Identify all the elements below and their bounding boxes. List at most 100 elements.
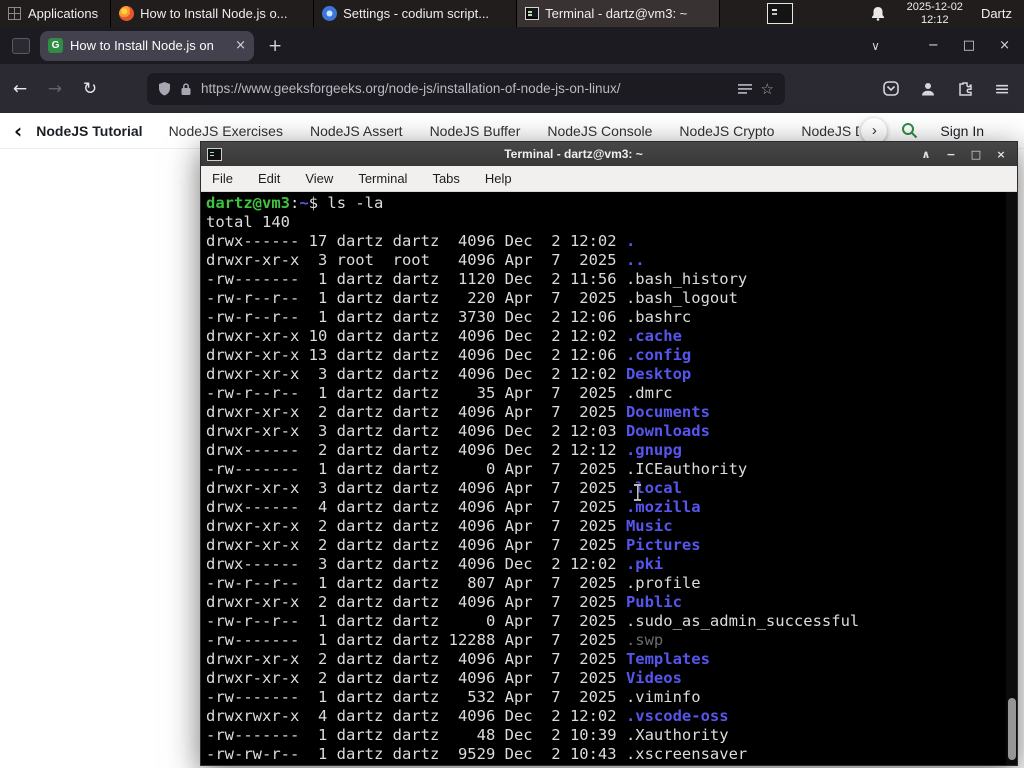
window-minimize-icon[interactable]: − [928, 38, 939, 53]
ls-meta: drwxr-xr-x 3 dartz dartz 4096 Dec 2 12:0… [206, 422, 626, 440]
ls-meta: drwxr-xr-x 10 dartz dartz 4096 Dec 2 12:… [206, 327, 626, 345]
close-icon[interactable]: × [994, 148, 1008, 161]
ls-name: Templates [625, 650, 710, 668]
panel-right: 2025-12-02 12:12 Dartz [766, 1, 1024, 26]
terminal-menu-help[interactable]: Help [485, 171, 512, 186]
site-nav-link[interactable]: NodeJS Console [547, 123, 652, 139]
url-text: https://www.geeksforgeeks.org/node-js/in… [201, 81, 621, 96]
reader-mode-icon[interactable] [737, 83, 752, 95]
panel-task-button[interactable]: Settings - codium script... [314, 0, 518, 27]
ls-meta: -rw-r--r-- 1 dartz dartz 35 Apr 7 2025 [206, 384, 626, 402]
prompt-symbol: $ [308, 194, 328, 212]
tray-terminal-icon[interactable] [766, 3, 793, 24]
sign-in-button[interactable]: Sign In [940, 123, 984, 139]
firefox-icon [119, 6, 135, 21]
forward-icon[interactable]: → [40, 75, 70, 103]
site-nav-link[interactable]: NodeJS DNS [801, 123, 859, 139]
ls-row: drwxr-xr-x 3 dartz dartz 4096 Dec 2 12:0… [206, 365, 1003, 384]
terminal-titlebar[interactable]: Terminal - dartz@vm3: ~ ∧ − □ × [201, 142, 1017, 166]
site-nav-link[interactable]: NodeJS Crypto [679, 123, 774, 139]
ls-name: .bash_logout [625, 289, 738, 307]
panel-task-label: Terminal - dartz@vm3: ~ [545, 6, 688, 21]
prompt-userhost: dartz@vm3 [206, 194, 290, 212]
extensions-icon[interactable] [957, 81, 973, 97]
back-icon[interactable]: ← [5, 75, 35, 103]
ls-row: -rw------- 1 dartz dartz 532 Apr 7 2025 … [206, 688, 1003, 707]
ls-row: -rw------- 1 dartz dartz 48 Dec 2 10:39 … [206, 726, 1003, 745]
ls-meta: drwx------ 4 dartz dartz 4096 Apr 7 2025 [206, 498, 626, 516]
ls-name: .. [625, 251, 645, 269]
prompt-separator: : [290, 194, 300, 212]
window-maximize-icon[interactable]: □ [963, 38, 975, 53]
minimize-icon[interactable]: − [944, 148, 958, 161]
panel-task-button[interactable]: How to Install Node.js o... [111, 0, 315, 27]
menu-icon[interactable]: ≡ [994, 78, 1010, 100]
ls-meta: drwxr-xr-x 2 dartz dartz 4096 Apr 7 2025 [206, 669, 626, 687]
ls-name: .dmrc [625, 384, 673, 402]
window-close-icon[interactable]: × [999, 38, 1010, 53]
terminal-icon [207, 147, 222, 161]
terminal-window: Terminal - dartz@vm3: ~ ∧ − □ × File Edit… [200, 141, 1018, 766]
ls-meta: -rw-r--r-- 1 dartz dartz 3730 Dec 2 12:0… [206, 308, 626, 326]
terminal-menu-file[interactable]: File [212, 171, 233, 186]
ls-meta: drwx------ 17 dartz dartz 4096 Dec 2 12:… [206, 232, 626, 250]
browser-tab[interactable]: G How to Install Node.js on × [40, 30, 254, 61]
panel-clock[interactable]: 2025-12-02 12:12 [907, 1, 963, 26]
ls-meta: -rw-r--r-- 1 dartz dartz 0 Apr 7 2025 [206, 612, 626, 630]
site-nav-link[interactable]: NodeJS Exercises [169, 123, 283, 139]
navigation-toolbar: ← → ↻ https://www.geeksforgeeks.org/node… [0, 64, 1024, 113]
terminal-menu-view[interactable]: View [305, 171, 333, 186]
ls-row: drwxr-xr-x 2 dartz dartz 4096 Apr 7 2025… [206, 593, 1003, 612]
tab-close-icon[interactable]: × [235, 38, 246, 53]
ls-name: . [625, 232, 636, 250]
lock-icon[interactable] [180, 82, 192, 96]
site-nav-link[interactable]: NodeJS Buffer [430, 123, 521, 139]
chevron-left-icon[interactable]: ‹ [14, 119, 22, 143]
ls-meta: -rw------- 1 dartz dartz 12288 Apr 7 202… [206, 631, 626, 649]
site-nav-link[interactable]: NodeJS Assert [310, 123, 403, 139]
terminal-menu-tabs[interactable]: Tabs [432, 171, 459, 186]
ls-row: -rw-r--r-- 1 dartz dartz 220 Apr 7 2025 … [206, 289, 1003, 308]
reload-icon[interactable]: ↻ [75, 75, 105, 103]
ls-meta: drwxr-xr-x 2 dartz dartz 4096 Apr 7 2025 [206, 403, 626, 421]
ls-name: .profile [625, 574, 701, 592]
ls-name: Videos [625, 669, 682, 687]
url-bar[interactable]: https://www.geeksforgeeks.org/node-js/in… [147, 72, 785, 105]
terminal-total-line: total 140 [206, 213, 290, 231]
top-panel: Applications How to Install Node.js o...… [0, 0, 1024, 27]
ls-name: Documents [625, 403, 710, 421]
new-tab-icon[interactable]: + [268, 36, 282, 56]
ls-row: -rw-r--r-- 1 dartz dartz 807 Apr 7 2025 … [206, 574, 1003, 593]
site-nav-primary[interactable]: NodeJS Tutorial [36, 123, 142, 139]
ls-name: .cache [625, 327, 682, 345]
pocket-icon[interactable] [883, 81, 899, 96]
terminal-scrollbar[interactable] [1006, 192, 1017, 765]
ls-meta: drwxr-xr-x 3 dartz dartz 4096 Dec 2 12:0… [206, 365, 626, 383]
maximize-icon[interactable]: □ [969, 148, 983, 161]
firefox-view-icon[interactable] [12, 37, 30, 54]
list-tabs-icon[interactable]: ∨ [871, 39, 880, 53]
panel-user-label: Dartz [980, 6, 1012, 21]
bookmark-star-icon[interactable]: ☆ [761, 80, 774, 98]
terminal-menu-terminal[interactable]: Terminal [358, 171, 407, 186]
shade-icon[interactable]: ∧ [919, 148, 933, 161]
bell-icon[interactable] [871, 6, 885, 21]
terminal-command: ls -la [327, 194, 384, 212]
terminal-scrollbar-thumb[interactable] [1008, 698, 1016, 760]
ls-name: .Xauthority [625, 726, 729, 744]
ls-row: -rw-r--r-- 1 dartz dartz 0 Apr 7 2025 .s… [206, 612, 1003, 631]
applications-grid-icon [8, 7, 21, 20]
search-icon[interactable] [901, 122, 918, 139]
applications-menu-button[interactable]: Applications [0, 0, 110, 27]
ls-name: .bash_history [625, 270, 748, 288]
ls-meta: drwx------ 3 dartz dartz 4096 Dec 2 12:0… [206, 555, 626, 573]
ls-name: .swp [625, 631, 664, 649]
terminal-output[interactable]: dartz@vm3:~$ ls -la total 140 drwx------… [201, 192, 1017, 765]
terminal-menu-edit[interactable]: Edit [258, 171, 280, 186]
ls-name: .sudo_as_admin_successful [625, 612, 860, 630]
chevron-right-icon[interactable]: › [861, 117, 888, 144]
ls-name: Public [625, 593, 682, 611]
shield-icon[interactable] [158, 81, 171, 96]
account-icon[interactable] [920, 81, 936, 97]
panel-task-button[interactable]: Terminal - dartz@vm3: ~ [517, 0, 721, 27]
